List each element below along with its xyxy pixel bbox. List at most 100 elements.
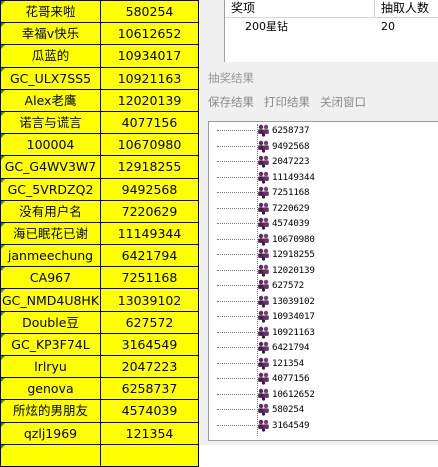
save-result-button[interactable]: 保存结果 [208,94,254,110]
cell-user-id[interactable]: 7251168 [100,266,199,290]
people-icon [255,217,270,230]
cell-user-id[interactable]: 10921163 [100,66,199,90]
cell-user-id[interactable]: 7220629 [100,199,199,223]
sheet-row: 幸福v快乐 10612652 [0,22,199,46]
tree-item[interactable]: 4574039 [217,217,310,230]
cell-user-id[interactable]: 10612652 [100,22,199,46]
cell-username[interactable]: genova [0,377,101,401]
result-tree[interactable]: 6258737 9492568 2047223 11149344 7251168 7220… [208,121,438,441]
cell-user-id[interactable]: 4077156 [100,110,199,135]
cell-username[interactable] [0,443,101,467]
tree-item-label: 4077156 [272,373,310,384]
tree-item-label: 9492568 [272,140,310,152]
tree-item[interactable]: 13039102 [217,295,315,308]
cell-username[interactable]: 海已眠花已谢 [0,221,101,246]
cell-user-id[interactable]: 10670980 [100,133,199,157]
sheet-row: GC_5VRDZQ2 9492568 [0,177,199,201]
cell-user-id[interactable]: 580254 [100,0,199,24]
cell-username[interactable]: 瓜蓝的 [0,44,101,68]
tree-item[interactable]: 10612652 [217,388,315,401]
tree-item-label: 12918255 [272,249,315,260]
tree-item[interactable]: 7251168 [217,186,310,199]
cell-username[interactable]: 100004 [0,133,101,157]
tree-item[interactable]: 4077156 [217,372,310,385]
prize-row[interactable]: 200星钻 20 [225,18,438,35]
cell-user-id[interactable]: 9492568 [100,177,199,201]
tree-item-label: 2047223 [272,156,310,167]
tree-item-label: 11149344 [272,171,315,183]
cell-user-id[interactable]: 6421794 [100,244,199,268]
tree-item[interactable]: 7220629 [217,202,310,215]
column-header-count[interactable]: 抽取人数 [375,0,438,17]
tree-item[interactable]: 6421794 [217,341,310,354]
tree-item[interactable]: 627572 [217,279,304,292]
people-icon [255,140,270,153]
tree-item[interactable]: 2047223 [217,155,310,168]
people-icon [255,264,270,277]
cell-username[interactable]: GC_ULX7SS5 [0,66,101,90]
cell-username[interactable]: 所炫的男朋友 [0,399,101,423]
cell-username[interactable]: CA967 [0,266,101,290]
cell-username[interactable]: GC_NMD4U8HK [0,288,101,312]
tree-item[interactable]: 11149344 [217,171,315,184]
tree-item[interactable]: 580254 [217,403,304,416]
tree-item[interactable]: 9492568 [217,140,310,153]
cell-username[interactable]: Alex老鹰 [0,88,101,112]
tree-connector [217,145,255,147]
tree-connector [217,331,255,333]
tree-item[interactable]: 3164549 [217,419,310,432]
cell-user-id[interactable]: 6258737 [100,377,199,401]
cell-username[interactable]: GC_5VRDZQ2 [0,177,101,201]
tree-item[interactable]: 10921163 [217,326,315,339]
close-window-button[interactable]: 关闭窗口 [320,94,366,110]
cell-username[interactable]: janmeechung [0,244,101,268]
cell-user-id[interactable]: 3164549 [100,332,199,357]
cell-user-id[interactable] [100,443,199,467]
prize-list: 奖项 抽取人数 200星钻 20 [224,0,438,62]
cell-user-id[interactable]: 12918255 [100,155,199,179]
cell-user-id[interactable]: 2047223 [100,354,199,379]
cell-user-id[interactable]: 13039102 [100,288,199,312]
cell-username[interactable]: qzlj1969 [0,421,101,445]
tree-item-label: 10921163 [272,326,315,338]
tree-connector [217,409,255,410]
cell-username[interactable]: lrlryu [0,354,101,379]
people-icon [255,248,270,261]
tree-item[interactable]: 6258737 [217,124,310,137]
cell-username[interactable]: 没有用户名 [0,199,101,223]
cell-username[interactable]: 诺言与谎言 [0,110,101,135]
cell-user-id[interactable]: 4574039 [100,399,199,423]
people-icon [255,279,270,292]
cell-user-id[interactable]: 12020139 [100,88,199,112]
sheet-row: GC_G4WV3W7 12918255 [0,155,199,179]
cell-user-id[interactable]: 121354 [100,421,199,445]
tree-connector [217,161,255,162]
column-header-prize[interactable]: 奖项 [225,0,375,17]
tree-connector [217,130,255,131]
cell-username[interactable]: GC_G4WV3W7 [0,155,101,179]
tree-item[interactable]: 121354 [217,357,304,370]
tree-item[interactable]: 10670980 [217,233,315,246]
cell-user-id[interactable]: 10934017 [100,44,199,68]
people-icon [255,388,270,401]
cell-username[interactable]: 幸福v快乐 [0,22,101,46]
tree-item[interactable]: 12020139 [217,264,315,277]
cell-username[interactable]: 花哥来啦 [0,0,101,24]
people-icon [255,171,270,184]
sheet-row: 海已眠花已谢 11149344 [0,221,199,246]
tree-item-label: 6421794 [272,342,310,353]
tree-item[interactable]: 12918255 [217,248,315,261]
tree-connector [217,176,255,178]
people-icon [255,295,270,308]
people-icon [255,233,270,246]
cell-username[interactable]: Double豆 [0,310,101,334]
people-icon [255,202,270,215]
tree-item[interactable]: 10934017 [217,310,315,323]
tree-connector [217,254,255,255]
cell-user-id[interactable]: 627572 [100,310,199,334]
tree-item-label: 580254 [272,404,304,415]
cell-username[interactable]: GC_KP3F74L [0,332,101,357]
cell-user-id[interactable]: 11149344 [100,221,199,246]
print-result-button[interactable]: 打印结果 [264,94,310,110]
tree-connector [217,316,255,317]
